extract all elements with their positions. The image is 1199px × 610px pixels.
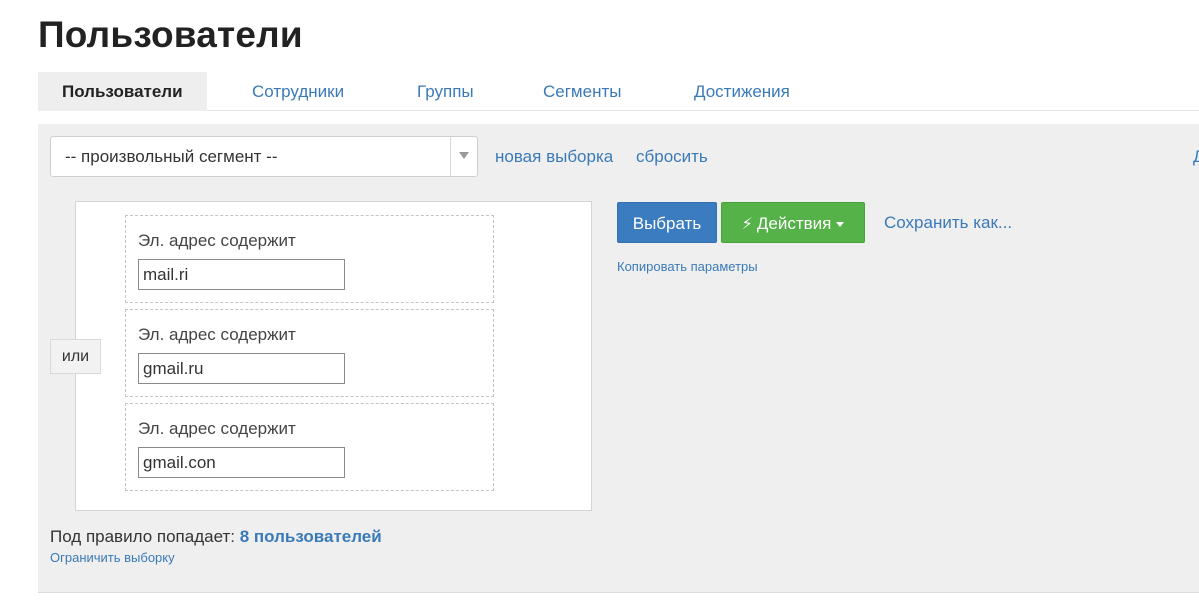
rule-email-contains-3: Эл. адрес содержит [125,403,494,491]
tab-users[interactable]: Пользователи [38,72,207,111]
rule-label: Эл. адрес содержит [138,325,296,344]
actions-dropdown-button[interactable]: ⚡︎ Действия [721,202,865,243]
rule-value-input[interactable] [138,353,345,384]
copy-params-link[interactable]: Копировать параметры [617,259,758,274]
limit-selection-link[interactable]: Ограничить выборку [50,550,175,565]
reset-link[interactable]: сбросить [636,147,708,167]
tab-segments[interactable]: Сегменты [543,72,621,111]
rule-email-contains-2: Эл. адрес содержит [125,309,494,397]
tab-bar: Пользователи Сотрудники Группы Сегменты … [38,72,1199,111]
save-as-link[interactable]: Сохранить как... [884,213,1012,233]
actions-button-label: Действия [756,214,832,233]
caret-down-icon [836,222,845,228]
rule-email-contains-1: Эл. адрес содержит [125,215,494,303]
lightning-icon: ⚡︎ [741,216,753,233]
match-summary: Под правило попадает: 8 пользователей [50,527,382,547]
page-title: Пользователи [38,14,303,55]
tab-groups[interactable]: Группы [417,72,474,111]
rule-value-input[interactable] [138,447,345,478]
rule-label: Эл. адрес содержит [138,231,296,250]
match-prefix: Под правило попадает: [50,527,235,546]
segment-select-value: -- произвольный сегмент -- [65,147,278,166]
segment-select[interactable]: -- произвольный сегмент -- [50,136,478,177]
tab-achievements[interactable]: Достижения [694,72,790,111]
tab-employees[interactable]: Сотрудники [252,72,344,111]
rule-label: Эл. адрес содержит [138,419,296,438]
filter-panel: -- произвольный сегмент -- новая выборка… [38,124,1199,592]
select-button[interactable]: Выбрать [617,202,717,243]
chevron-down-icon[interactable] [459,152,469,159]
rules-container: Эл. адрес содержит Эл. адрес содержит Эл… [75,201,592,511]
select-divider [450,137,451,176]
new-selection-link[interactable]: новая выборка [495,147,613,167]
or-operator-toggle[interactable]: или [50,339,101,374]
truncated-edge-link[interactable]: Д [1193,147,1199,167]
match-count-link[interactable]: 8 пользователей [240,527,382,546]
panel-bottom-divider [38,592,1199,593]
rule-value-input[interactable] [138,259,345,290]
